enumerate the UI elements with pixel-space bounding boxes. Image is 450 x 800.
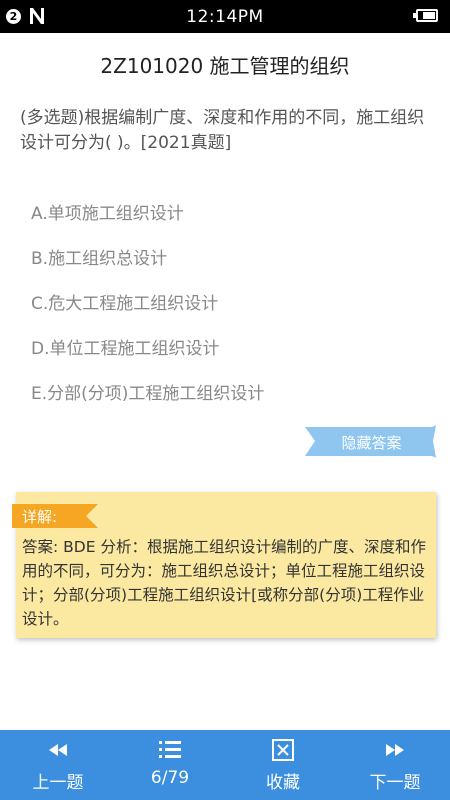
option-d[interactable]: D.单位工程施工组织设计 xyxy=(31,334,220,359)
rewind-icon xyxy=(49,744,67,756)
favorite-label: 收藏 xyxy=(266,773,300,793)
explanation-tag: 详解: xyxy=(12,504,98,528)
explanation-text: 答案: BDE 分析：根据施工组织设计编制的广度、深度和作用的不同，可分为：施工… xyxy=(22,538,426,628)
fast-forward-icon xyxy=(386,744,404,756)
explanation-tag-label: 详解: xyxy=(22,508,58,526)
option-a[interactable]: A.单项施工组织设计 xyxy=(31,199,184,224)
question-list-button[interactable]: 6/79 xyxy=(120,730,220,800)
question-text: (多选题)根据编制广度、深度和作用的不同，施工组织设计可分为( )。[2021真… xyxy=(20,108,425,153)
option-e[interactable]: E.分部(分项)工程施工组织设计 xyxy=(31,379,264,404)
next-question-label: 下一题 xyxy=(369,773,421,793)
explanation-card: 详解: 答案: BDE 分析：根据施工组织设计编制的广度、深度和作用的不同，可分… xyxy=(12,492,436,638)
favorite-box-icon xyxy=(272,739,294,761)
hide-answer-label: 隐藏答案 xyxy=(341,434,402,452)
bottom-nav: 上一题 6/79 收藏 下一题 xyxy=(0,730,450,800)
next-question-button[interactable]: 下一题 xyxy=(345,730,445,800)
page-title: 2Z101020 施工管理的组织 xyxy=(100,54,350,78)
option-c[interactable]: C.危大工程施工组织设计 xyxy=(31,289,218,314)
status-time: 12:14PM xyxy=(186,7,264,27)
prev-question-button[interactable]: 上一题 xyxy=(8,730,108,800)
favorite-button[interactable]: 收藏 xyxy=(233,730,333,800)
list-icon xyxy=(159,741,181,758)
prev-question-label: 上一题 xyxy=(32,773,84,793)
screen: 2 12:14PM 2Z101020 施工管理的组织 (多选题)根据编制广度、深… xyxy=(0,0,450,800)
hide-answer-button[interactable]: 隐藏答案 xyxy=(305,425,438,458)
option-b[interactable]: B.施工组织总设计 xyxy=(31,244,167,269)
question-progress: 6/79 xyxy=(150,768,190,788)
status-bar: 2 12:14PM xyxy=(0,0,450,33)
battery-icon xyxy=(413,9,438,22)
